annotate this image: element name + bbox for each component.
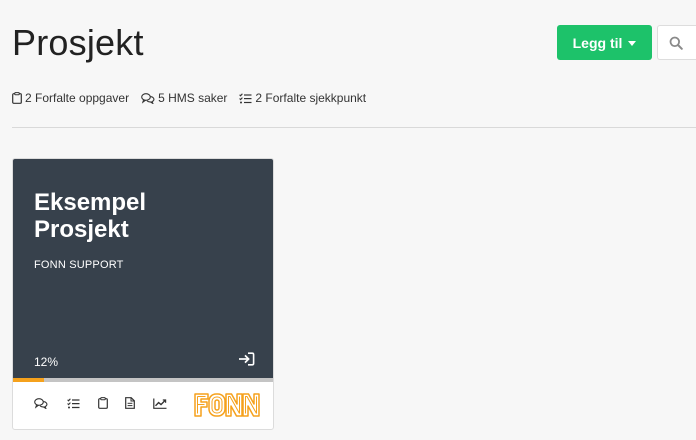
project-card-header[interactable]: Eksempel Prosjekt FONN SUPPORT 12% bbox=[13, 159, 273, 378]
checklist-icon[interactable] bbox=[67, 398, 80, 409]
add-button-label: Legg til bbox=[572, 34, 623, 51]
fonn-logo bbox=[194, 393, 260, 417]
caret-down-icon bbox=[628, 41, 637, 46]
project-card-actions bbox=[13, 382, 273, 429]
divider bbox=[12, 127, 696, 128]
summary-overdue-checkpoints[interactable]: 2 Forfalte sjekkpunkt bbox=[239, 91, 366, 105]
project-card[interactable]: Eksempel Prosjekt FONN SUPPORT 12% bbox=[12, 158, 274, 430]
clipboard-icon[interactable] bbox=[98, 397, 108, 409]
trend-chart-icon[interactable] bbox=[153, 398, 167, 409]
project-progress-label: 12% bbox=[34, 355, 59, 369]
chat-bubbles-icon bbox=[141, 92, 155, 104]
page-title: Prosjekt bbox=[12, 22, 144, 63]
search-button[interactable] bbox=[657, 25, 696, 60]
add-button[interactable]: Legg til bbox=[557, 25, 652, 60]
chat-bubbles-icon[interactable] bbox=[34, 398, 48, 409]
summary-overdue-tasks[interactable]: 2 Forfalte oppgaver bbox=[12, 91, 129, 105]
summary-overdue-checkpoints-label: 2 Forfalte sjekkpunkt bbox=[255, 91, 367, 105]
summary-hse-cases[interactable]: 5 HMS saker bbox=[141, 91, 227, 105]
project-title: Eksempel Prosjekt bbox=[34, 189, 147, 243]
summary-overdue-tasks-label: 2 Forfalte oppgaver bbox=[25, 91, 130, 105]
project-customer: FONN SUPPORT bbox=[34, 259, 124, 271]
search-icon bbox=[669, 36, 683, 50]
summary-hse-cases-label: 5 HMS saker bbox=[158, 91, 228, 105]
document-icon[interactable] bbox=[125, 397, 135, 409]
sign-in-icon[interactable] bbox=[238, 352, 255, 366]
checklist-icon bbox=[239, 92, 252, 103]
clipboard-icon bbox=[12, 92, 22, 104]
summary-bar: 2 Forfalte oppgaver 5 HMS saker 2 Forfal… bbox=[12, 91, 366, 105]
